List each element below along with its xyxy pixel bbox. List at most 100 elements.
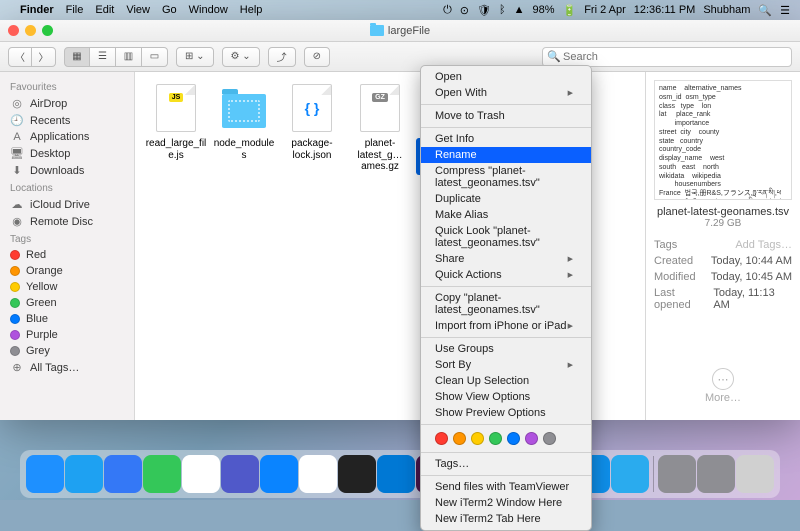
search-icon: 🔍	[547, 50, 561, 63]
tags-button[interactable]: ⊘	[304, 47, 330, 67]
file-item[interactable]: GZplanet-latest_g…ames.gz	[347, 82, 413, 175]
date[interactable]: Fri 2 Apr	[584, 4, 626, 16]
sidebar-item-green[interactable]: Green	[0, 295, 134, 311]
gallery-view-button[interactable]: ▭	[142, 47, 168, 67]
dock-app-photos[interactable]	[182, 455, 220, 493]
tag-color[interactable]	[489, 432, 502, 445]
tag-color[interactable]	[543, 432, 556, 445]
dock-app-chrome[interactable]	[299, 455, 337, 493]
status-icon[interactable]: 🛡	[477, 4, 491, 17]
menu-go[interactable]: Go	[162, 4, 177, 16]
context-item[interactable]: Show View Options	[421, 389, 591, 405]
dock-app-terminal[interactable]	[338, 455, 376, 493]
clock[interactable]: 12:36:11 PM	[634, 4, 696, 16]
titlebar[interactable]: largeFile	[0, 20, 800, 42]
context-item[interactable]: New iTerm2 Tab Here	[421, 511, 591, 527]
dock-app-appstore[interactable]	[260, 455, 298, 493]
sidebar-item-purple[interactable]: Purple	[0, 327, 134, 343]
zoom-button[interactable]	[42, 25, 53, 36]
context-item[interactable]: Copy "planet-latest_geonames.tsv"	[421, 290, 591, 318]
context-item[interactable]: Send files with TeamViewer	[421, 479, 591, 495]
tag-color[interactable]	[471, 432, 484, 445]
context-item[interactable]: Open	[421, 69, 591, 85]
context-item[interactable]: Open With	[421, 85, 591, 101]
back-button[interactable]: 〈	[8, 47, 32, 67]
tag-color[interactable]	[507, 432, 520, 445]
menu-view[interactable]: View	[126, 4, 150, 16]
context-item[interactable]: Compress "planet-latest_geonames.tsv"	[421, 163, 591, 191]
notifications-icon[interactable]: ☰	[780, 4, 790, 17]
dock-app-finder[interactable]	[26, 455, 64, 493]
sidebar-item-all-tags-[interactable]: ⊕All Tags…	[0, 359, 134, 376]
group-button[interactable]: ⊞ ⌄	[176, 47, 214, 67]
sidebar-item-remote-disc[interactable]: ◉Remote Disc	[0, 213, 134, 230]
tag-color[interactable]	[525, 432, 538, 445]
context-item[interactable]: Rename	[421, 147, 591, 163]
dock-launchpad[interactable]	[658, 455, 696, 493]
icon-view-button[interactable]: ▦	[64, 47, 90, 67]
sidebar-item-recents[interactable]: 🕘Recents	[0, 112, 134, 129]
sidebar-item-yellow[interactable]: Yellow	[0, 279, 134, 295]
action-button[interactable]: ⚙ ⌄	[222, 47, 260, 67]
sidebar-item-orange[interactable]: Orange	[0, 263, 134, 279]
battery-icon[interactable]: 🔋	[562, 4, 576, 17]
preview-more[interactable]: ⋯ More…	[654, 360, 792, 412]
meta-value[interactable]: Add Tags…	[735, 239, 792, 251]
tag-color[interactable]	[435, 432, 448, 445]
dock-app-telegram[interactable]	[611, 455, 649, 493]
dock-app-mail[interactable]	[104, 455, 142, 493]
context-item[interactable]: New iTerm2 Window Here	[421, 495, 591, 511]
username[interactable]: Shubham	[703, 4, 750, 16]
sidebar-item-red[interactable]: Red	[0, 247, 134, 263]
menu-window[interactable]: Window	[189, 4, 228, 16]
sidebar-item-grey[interactable]: Grey	[0, 343, 134, 359]
dock-app-maps[interactable]	[143, 455, 181, 493]
context-item[interactable]: Quick Look "planet-latest_geonames.tsv"	[421, 223, 591, 251]
close-button[interactable]	[8, 25, 19, 36]
wifi-icon[interactable]: ▲	[514, 4, 525, 16]
app-name[interactable]: Finder	[20, 4, 54, 16]
context-item[interactable]: Move to Trash	[421, 108, 591, 124]
forward-button[interactable]: 〉	[32, 47, 56, 67]
search-input[interactable]	[542, 47, 792, 67]
menu-file[interactable]: File	[66, 4, 84, 16]
sidebar-item-icloud-drive[interactable]: ☁iCloud Drive	[0, 196, 134, 213]
context-item[interactable]: Duplicate	[421, 191, 591, 207]
context-item[interactable]: Tags…	[421, 456, 591, 472]
column-view-button[interactable]: ▥	[116, 47, 142, 67]
dock-app-safari[interactable]	[65, 455, 103, 493]
context-item[interactable]: Import from iPhone or iPad	[421, 318, 591, 334]
sidebar-item-downloads[interactable]: ⬇Downloads	[0, 162, 134, 179]
dock-downloads[interactable]	[697, 455, 735, 493]
share-button[interactable]: ⤴	[268, 47, 296, 67]
tag-color[interactable]	[453, 432, 466, 445]
context-item[interactable]: Get Info	[421, 131, 591, 147]
status-icon[interactable]: ⏻	[443, 4, 452, 17]
file-item[interactable]: JSread_large_file.js	[143, 82, 209, 175]
status-icon[interactable]: ⊙	[460, 4, 469, 17]
context-item[interactable]: Quick Actions	[421, 267, 591, 283]
list-view-button[interactable]: ☰	[90, 47, 116, 67]
context-item[interactable]: Show Preview Options	[421, 405, 591, 421]
context-item[interactable]: Use Groups	[421, 341, 591, 357]
dock-trash[interactable]	[736, 455, 774, 493]
folder-icon	[370, 25, 384, 36]
sidebar-item-applications[interactable]: AApplications	[0, 129, 134, 145]
sidebar-item-airdrop[interactable]: ◎AirDrop	[0, 95, 134, 112]
dock-app-teams[interactable]	[221, 455, 259, 493]
battery-percent[interactable]: 98%	[532, 4, 554, 16]
bluetooth-icon[interactable]: ᛒ	[499, 4, 506, 16]
menu-edit[interactable]: Edit	[95, 4, 114, 16]
spotlight-icon[interactable]: 🔍	[758, 4, 772, 17]
dock-app-vscode[interactable]	[377, 455, 415, 493]
context-item[interactable]: Make Alias	[421, 207, 591, 223]
sidebar-item-desktop[interactable]: 🖥Desktop	[0, 145, 134, 162]
file-item[interactable]: node_modules	[211, 82, 277, 175]
context-item[interactable]: Share	[421, 251, 591, 267]
sidebar-item-blue[interactable]: Blue	[0, 311, 134, 327]
file-item[interactable]: { }package-lock.json	[279, 82, 345, 175]
menu-help[interactable]: Help	[240, 4, 263, 16]
minimize-button[interactable]	[25, 25, 36, 36]
context-item[interactable]: Clean Up Selection	[421, 373, 591, 389]
context-item[interactable]: Sort By	[421, 357, 591, 373]
